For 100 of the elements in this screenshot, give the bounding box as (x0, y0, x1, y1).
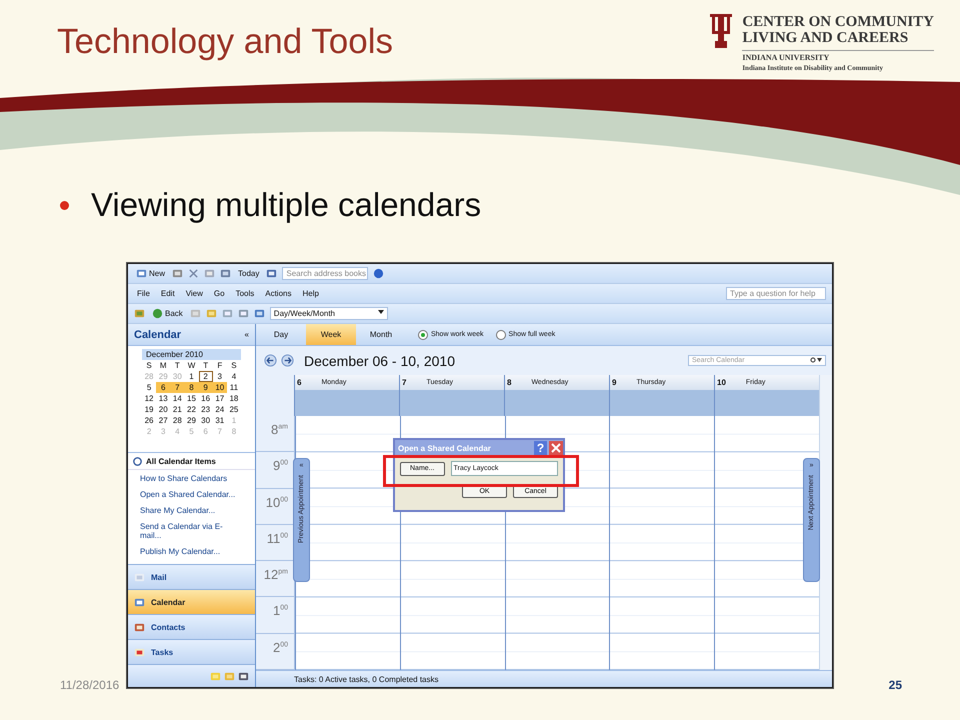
help-button[interactable]: ? (534, 441, 547, 455)
pane-link[interactable]: How to Share Calendars (140, 474, 243, 483)
pane-link[interactable]: Publish My Calendar... (140, 547, 243, 556)
nav-button[interactable]: Calendar (128, 589, 255, 614)
date-cell[interactable]: 8 (184, 382, 199, 393)
today-button[interactable]: Today (236, 268, 262, 279)
weekday-label: S (145, 360, 153, 371)
date-cell[interactable]: 3 (212, 371, 227, 382)
date-cell[interactable]: 30 (198, 415, 213, 426)
logo-line: CENTER ON COMMUNITY (742, 14, 934, 30)
date-cell[interactable]: 18 (226, 393, 241, 404)
date-cell[interactable]: 5 (142, 382, 156, 393)
date-cell[interactable]: 6 (156, 382, 170, 393)
page-number: 25 (888, 678, 902, 692)
back-button[interactable]: Back (150, 307, 185, 320)
weekday-label: M (158, 360, 168, 371)
new-button[interactable]: New (134, 267, 168, 280)
time-label: 1$^{00}$ (272, 603, 288, 618)
menu-item[interactable]: Help (299, 289, 322, 298)
pane-link[interactable]: Send a Calendar via E-mail... (140, 522, 243, 540)
date-cell[interactable]: 25 (226, 404, 241, 415)
time-label: 10$^{00}$ (266, 494, 288, 510)
month-header: December 2010 (142, 349, 241, 360)
menu-item[interactable]: View (182, 289, 206, 298)
radio-button[interactable] (496, 330, 506, 340)
weekday-label: F (216, 360, 224, 371)
collapse-button[interactable]: « (244, 330, 249, 339)
time-label: 11$^{00}$ (266, 530, 288, 546)
date-cell[interactable]: 12 (142, 393, 156, 404)
date-cell[interactable]: 9 (198, 382, 213, 393)
date-cell[interactable]: 24 (212, 404, 227, 415)
menu-item[interactable]: Go (210, 289, 228, 298)
date-cell[interactable]: 26 (142, 415, 156, 426)
menu-item[interactable]: Tools (232, 289, 258, 298)
caret-icon (378, 309, 384, 315)
radio-button[interactable] (418, 330, 428, 340)
time-label: 8$^{am}$ (271, 422, 288, 437)
calendar-search-icon (132, 456, 143, 466)
date-cell[interactable]: 13 (156, 393, 170, 404)
pane-link[interactable]: Share My Calendar... (140, 506, 243, 515)
time-label: 2$^{00}$ (272, 640, 288, 655)
date-cell[interactable]: 29 (184, 415, 199, 426)
date-cell[interactable]: 19 (142, 404, 156, 415)
menu-item[interactable]: File (134, 289, 153, 298)
day-column[interactable] (714, 416, 819, 670)
trident-logo-icon (708, 14, 734, 48)
date-cell[interactable]: 7 (170, 382, 184, 393)
date-cell[interactable]: 15 (184, 393, 199, 404)
help-search-field[interactable]: Type a question for help (726, 287, 826, 300)
weekday-label: W (186, 360, 196, 371)
status-text: Tasks: 0 Active tasks, 0 Completed tasks (294, 674, 439, 684)
pane-title: Calendar (134, 328, 182, 340)
view-select[interactable]: Day/Week/Month (270, 307, 388, 320)
date-cell[interactable]: 28 (170, 415, 184, 426)
delete-icon[interactable] (188, 268, 200, 279)
date-cell[interactable]: 10 (212, 382, 227, 393)
nav-button[interactable]: Mail (128, 564, 255, 589)
group-title[interactable]: All Calendar Items (146, 456, 251, 466)
back-icon (152, 308, 163, 319)
menu-item[interactable]: Actions (262, 289, 294, 298)
date-cell[interactable]: 20 (156, 404, 170, 415)
time-label: 9$^{00}$ (272, 458, 288, 474)
date-cell[interactable]: 4 (226, 371, 241, 382)
nav-button[interactable]: Contacts (128, 614, 255, 639)
date-cell[interactable]: 16 (198, 393, 213, 404)
slide-title: Technology and Tools (57, 22, 393, 62)
date-cell[interactable]: 11 (226, 382, 241, 393)
date-cell[interactable]: 22 (184, 404, 199, 415)
view-tab[interactable]: Day (256, 324, 306, 345)
scrollbar[interactable] (819, 375, 832, 670)
dialog-title: Open a Shared Calendar (398, 444, 492, 452)
date-cell[interactable]: 31 (212, 415, 227, 426)
date-cell[interactable]: 27 (156, 415, 170, 426)
bullet-text: Viewing multiple calendars (91, 186, 482, 224)
view-tab[interactable]: Month (356, 324, 406, 345)
bullet-icon (60, 200, 69, 210)
date-cell[interactable]: 1 (184, 371, 199, 382)
date-cell[interactable]: 23 (198, 404, 213, 415)
date-cell[interactable]: 2 (198, 371, 213, 382)
logo-line: LIVING AND CAREERS (742, 30, 910, 46)
date-cell[interactable]: 21 (170, 404, 184, 415)
view-tab[interactable]: Week (306, 324, 356, 345)
time-label: 12$^{pm}$ (264, 567, 288, 582)
date-cell[interactable]: 14 (170, 393, 184, 404)
help-icon[interactable] (373, 268, 384, 279)
nav-button[interactable]: Tasks (128, 639, 255, 664)
next-arrow-icon[interactable] (281, 354, 294, 367)
date-range: December 06 - 10, 2010 (304, 352, 456, 368)
previous-arrow-icon[interactable] (264, 354, 277, 367)
weekday-label: T (202, 360, 210, 371)
menu-item[interactable]: Edit (158, 289, 178, 298)
slide-date: 11/28/2016 (60, 678, 120, 692)
pane-link[interactable]: Open a Shared Calendar... (140, 490, 243, 499)
search-field[interactable]: Search address books (282, 267, 368, 280)
weekday-label: S (230, 360, 238, 371)
logo-subtitle: INDIANA UNIVERSITY (742, 53, 830, 62)
date-cell[interactable]: 17 (212, 393, 227, 404)
close-button[interactable] (549, 441, 563, 455)
weekday-label: T (174, 360, 181, 371)
search-icon (810, 357, 822, 364)
